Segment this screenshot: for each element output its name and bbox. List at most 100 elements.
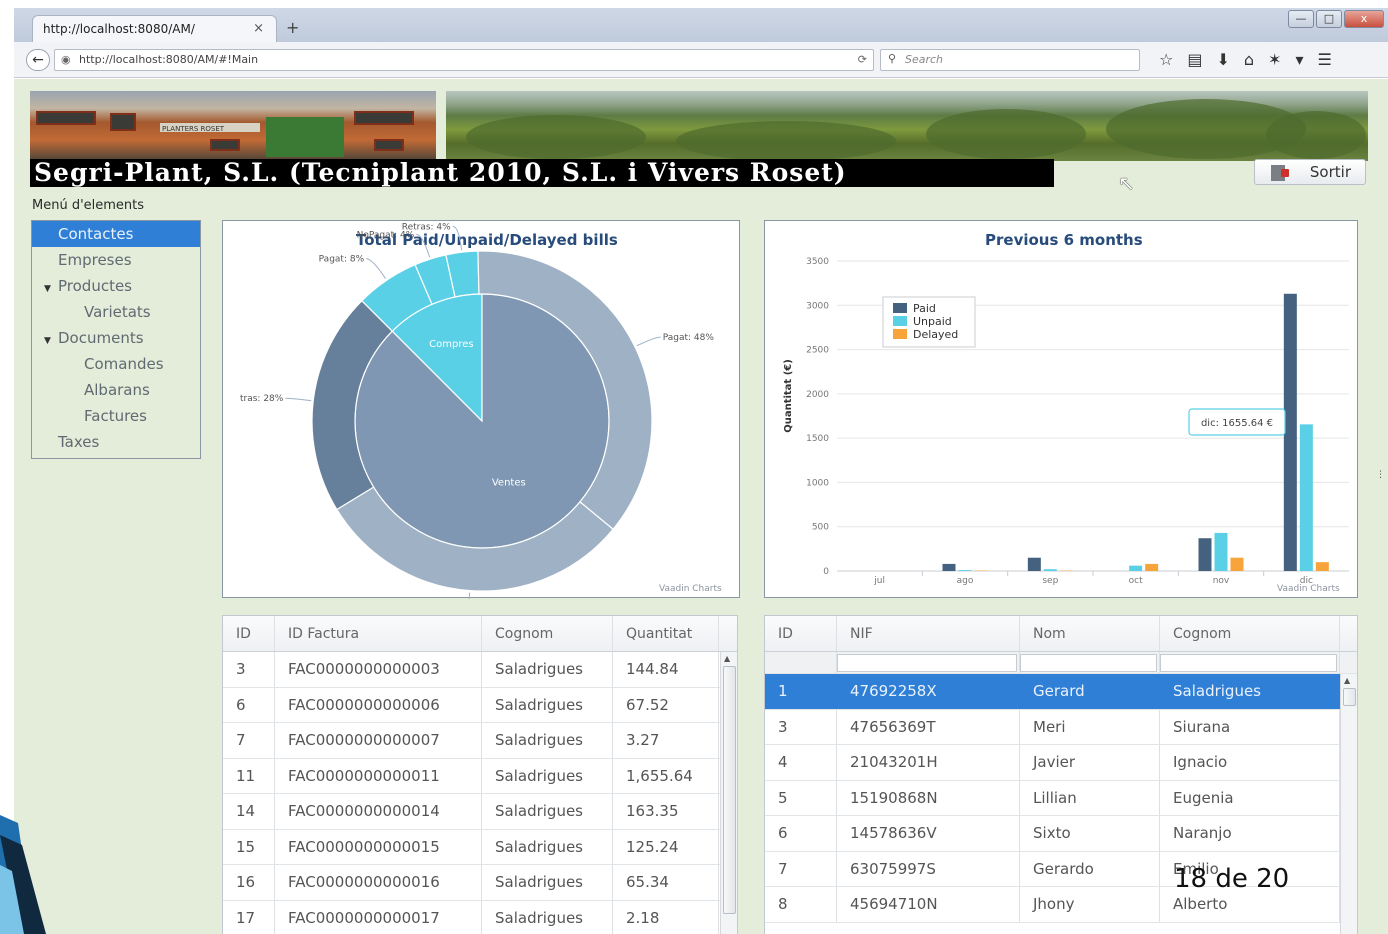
table-cell: 6 <box>765 816 837 851</box>
column-filter-input[interactable] <box>1160 653 1337 672</box>
address-bar[interactable]: ◉ http://localhost:8080/AM/#!Main ⟳ <box>54 49 874 71</box>
scroll-up-arrow-icon[interactable]: ▲ <box>1344 676 1350 685</box>
reload-icon[interactable]: ⟳ <box>858 53 867 66</box>
bar-unpaid-dic[interactable] <box>1299 424 1313 571</box>
table-row[interactable]: 6 14578636V Sixto Naranjo <box>765 816 1357 852</box>
expand-triangle-icon[interactable]: ▼ <box>44 276 58 302</box>
bar-paid-ago[interactable] <box>942 563 956 571</box>
minimize-button[interactable]: — <box>1288 10 1314 28</box>
dropdown-icon[interactable]: ▾ <box>1295 50 1303 69</box>
bar-unpaid-nov[interactable] <box>1214 532 1228 571</box>
column-header-cognom[interactable]: Cognom <box>482 616 613 651</box>
table-row[interactable]: 3 47656369T Meri Siurana <box>765 709 1357 745</box>
table-row[interactable]: 4 21043201H Javier Ignacio <box>765 745 1357 781</box>
legend-swatch-paid[interactable] <box>893 303 907 313</box>
tree-item-taxes[interactable]: Taxes <box>32 429 200 455</box>
column-header-id[interactable]: ID <box>223 616 275 651</box>
table-cell: 3 <box>765 709 837 744</box>
vertical-scrollbar[interactable]: ▲ <box>720 652 737 934</box>
tree-item-productes[interactable]: ▼ Productes <box>32 273 200 299</box>
bar-unpaid-ago[interactable] <box>958 570 972 571</box>
table-cell: FAC0000000000003 <box>275 652 482 687</box>
slide-decoration <box>0 815 46 934</box>
scrollbar-thumb[interactable] <box>723 666 736 914</box>
column-header-cognom[interactable]: Cognom <box>1160 616 1340 651</box>
bar-chart-credits[interactable]: Vaadin Charts <box>1277 584 1340 594</box>
home-icon[interactable]: ⌂ <box>1244 50 1254 69</box>
table-row[interactable]: 5 15190868N Lillian Eugenia <box>765 780 1357 816</box>
expand-triangle-icon[interactable]: ▼ <box>44 328 58 354</box>
vertical-scrollbar[interactable]: ▲ <box>1340 674 1357 934</box>
column-filter-input[interactable] <box>1020 653 1157 672</box>
tree-item-albarans[interactable]: Albarans <box>32 377 200 403</box>
filter-cell <box>837 652 1020 673</box>
column-filter-input[interactable] <box>837 653 1017 672</box>
table-row[interactable]: 16 FAC0000000000016 Saladrigues 65.34 <box>223 865 737 901</box>
table-row[interactable]: 6 FAC0000000000006 Saladrigues 67.52 <box>223 687 737 723</box>
bookmark-star-icon[interactable]: ☆ <box>1159 50 1173 69</box>
table-cell: 6 <box>223 687 275 722</box>
column-header-id[interactable]: ID <box>765 616 837 651</box>
extension-icon[interactable]: ✶ <box>1268 50 1281 69</box>
pie-slice-inner-ventes[interactable] <box>354 293 610 549</box>
tree-item-factures[interactable]: Factures <box>32 403 200 429</box>
scrollbar-thumb[interactable] <box>1343 688 1356 706</box>
table-row[interactable]: 7 FAC0000000000007 Saladrigues 3.27 <box>223 723 737 759</box>
table-row[interactable]: 1 47692258X Gerard Saladrigues <box>765 674 1357 710</box>
bar-paid-sep[interactable] <box>1027 557 1041 571</box>
legend-swatch-delayed[interactable] <box>893 329 907 339</box>
tree-item-documents[interactable]: ▼ Documents <box>32 325 200 351</box>
filter-cell <box>1160 652 1340 673</box>
logout-button[interactable]: Sortir <box>1254 159 1366 185</box>
tree-item-empreses[interactable]: Empreses <box>32 247 200 273</box>
hamburger-menu-icon[interactable]: ☰ <box>1317 50 1331 69</box>
table-row[interactable]: 15 FAC0000000000015 Saladrigues 125.24 <box>223 829 737 865</box>
back-arrow-icon[interactable]: ← <box>26 49 50 71</box>
new-tab-button[interactable]: + <box>286 18 299 37</box>
table-row[interactable]: 11 FAC0000000000011 Saladrigues 1,655.64 <box>223 758 737 794</box>
tab-close-icon[interactable]: × <box>253 21 264 36</box>
tree-item-label: Comandes <box>84 355 164 373</box>
bar-unpaid-oct[interactable] <box>1129 565 1143 571</box>
table-cell: 47692258X <box>837 674 1020 709</box>
bar-paid-nov[interactable] <box>1198 538 1212 571</box>
legend-label-delayed[interactable]: Delayed <box>913 328 958 341</box>
tree-item-comandes[interactable]: Comandes <box>32 351 200 377</box>
legend-label-paid[interactable]: Paid <box>913 302 936 315</box>
close-window-button[interactable]: x <box>1344 10 1384 28</box>
bar-delayed-oct[interactable] <box>1145 563 1159 571</box>
table-row[interactable]: 14 FAC0000000000014 Saladrigues 163.35 <box>223 794 737 830</box>
bar-unpaid-sep[interactable] <box>1043 569 1057 571</box>
browser-tab[interactable]: http://localhost:8080/AM/ × <box>32 15 277 43</box>
column-header-nif[interactable]: NIF <box>837 616 1020 651</box>
filter-row[interactable] <box>765 652 1357 674</box>
column-header-nom[interactable]: Nom <box>1020 616 1160 651</box>
maximize-button[interactable]: □ <box>1316 10 1342 28</box>
tree-item-varietats[interactable]: Varietats <box>32 299 200 325</box>
bar-paid-dic[interactable] <box>1283 293 1297 571</box>
legend-label-unpaid[interactable]: Unpaid <box>913 315 952 328</box>
pie-chart-credits[interactable]: Vaadin Charts <box>659 584 722 594</box>
reading-list-icon[interactable]: ▤ <box>1187 50 1202 69</box>
download-icon[interactable]: ⬇ <box>1216 50 1229 69</box>
tree-item-contactes[interactable]: Contactes <box>32 221 200 247</box>
table-cell: Jhony <box>1020 887 1160 922</box>
window-resize-grip-icon[interactable]: ⋮ <box>1376 470 1385 480</box>
table-cell: FAC0000000000016 <box>275 865 482 900</box>
browser-tab-bar: http://localhost:8080/AM/ × + — □ x <box>14 8 1388 43</box>
pie-outer-label: Pagat: 8% <box>319 255 365 265</box>
bar-delayed-nov[interactable] <box>1230 557 1244 571</box>
table-cell: Meri <box>1020 709 1160 744</box>
search-input[interactable]: ⚲ Search <box>880 49 1140 71</box>
column-header-quantitat[interactable]: Quantitat <box>613 616 719 651</box>
legend-swatch-unpaid[interactable] <box>893 316 907 326</box>
filter-cell <box>1020 652 1160 673</box>
bar-delayed-dic[interactable] <box>1315 562 1329 571</box>
table-cell: Saladrigues <box>482 687 613 722</box>
column-header-id-factura[interactable]: ID Factura <box>275 616 482 651</box>
table-row[interactable]: 3 FAC0000000000003 Saladrigues 144.84 <box>223 652 737 688</box>
scroll-up-arrow-icon[interactable]: ▲ <box>724 654 730 663</box>
pie-label-connector <box>468 592 471 599</box>
pie-label-connector <box>416 233 431 258</box>
table-row[interactable]: 17 FAC0000000000017 Saladrigues 2.18 <box>223 900 737 934</box>
